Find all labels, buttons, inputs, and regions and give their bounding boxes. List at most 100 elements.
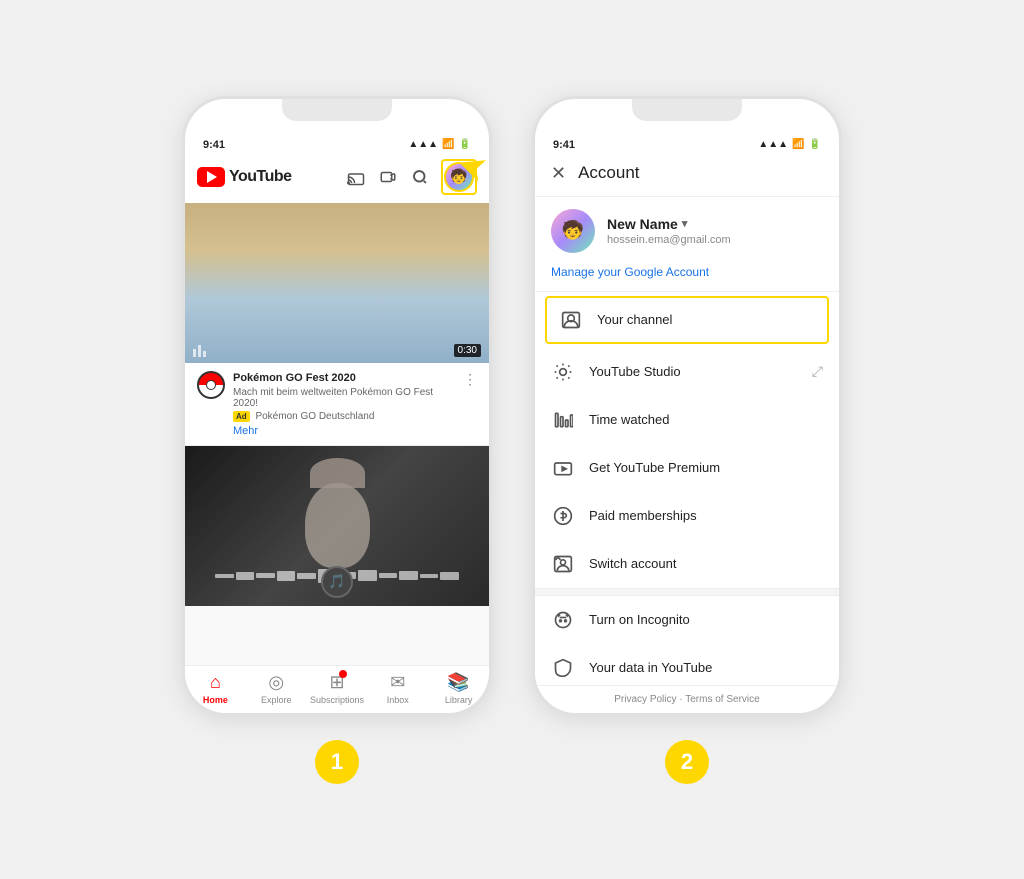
your-data-item[interactable]: Your data in YouTube <box>535 644 839 685</box>
video1-info: Pokémon GO Fest 2020 Mach mit beim weltw… <box>185 363 489 446</box>
chevron-down-icon[interactable]: ▾ <box>682 217 688 230</box>
ad-badge: Ad <box>233 411 250 422</box>
notch-cutout <box>282 99 392 121</box>
youtube-toolbar: YouTube <box>185 151 489 203</box>
your-data-label: Your data in YouTube <box>589 660 823 675</box>
nav-item-subscriptions[interactable]: ⊞ Subscriptions <box>307 672 368 705</box>
explore-icon: ◎ <box>268 672 284 693</box>
inbox-icon: ✉ <box>390 672 405 693</box>
user-email: hossein.ema@gmail.com <box>607 234 823 246</box>
phone1: 9:41 ▲▲▲ 📶 🔋 YouTube <box>182 96 492 716</box>
footer-separator: · <box>679 694 682 705</box>
get-premium-item[interactable]: Get YouTube Premium <box>535 444 839 492</box>
nav-item-library[interactable]: 📚 Library <box>428 672 489 705</box>
terms-link[interactable]: Terms of Service <box>685 694 759 705</box>
step1-badge: 1 <box>315 740 359 784</box>
notch2-cutout <box>632 99 742 121</box>
incognito-icon <box>551 608 575 632</box>
nav-item-home[interactable]: ⌂ Home <box>185 672 246 705</box>
your-channel-label: Your channel <box>597 312 815 327</box>
phone2-wrapper: 9:41 ▲▲▲ 📶 🔋 ✕ Account 🧒 <box>532 96 842 784</box>
youtube-studio-item[interactable]: YouTube Studio ⤢ <box>535 348 839 396</box>
time-watched-item[interactable]: Time watched <box>535 396 839 444</box>
battery2-icon: 🔋 <box>809 139 821 150</box>
paid-memberships-icon <box>551 504 575 528</box>
video2-thumbnail: 🎵 <box>185 446 489 606</box>
user-avatar: 🧒 <box>551 209 595 253</box>
main-container: 9:41 ▲▲▲ 📶 🔋 YouTube <box>142 56 882 824</box>
time-watched-icon <box>551 408 575 432</box>
video-feed[interactable]: 0:30 Pokémon GO Fest 2020 Mach mit beim … <box>185 203 489 665</box>
switch-account-item[interactable]: Switch account <box>535 540 839 588</box>
wifi2-icon: 📶 <box>792 139 804 150</box>
account-user: 🧒 New Name ▾ hossein.ema@gmail.com <box>535 197 839 265</box>
signal2-icon: ▲▲▲ <box>758 139 788 150</box>
nav-item-inbox[interactable]: ✉ Inbox <box>367 672 428 705</box>
advertiser-name: Pokémon GO Deutschland <box>255 411 374 422</box>
external-link-icon: ⤢ <box>812 363 823 380</box>
get-premium-label: Get YouTube Premium <box>589 460 823 475</box>
notif-badge <box>339 670 347 678</box>
phone1-content: YouTube <box>185 151 489 713</box>
subscriptions-icon-wrap: ⊞ <box>329 672 344 693</box>
close-button[interactable]: ✕ <box>551 163 566 184</box>
phone1-time: 9:41 <box>203 139 225 151</box>
wifi-icon: 📶 <box>442 139 454 150</box>
video1-desc-text: Mach mit beim weltweiten Pokémon GO Fest… <box>233 387 433 409</box>
user-name-text: New Name <box>607 216 678 232</box>
camera-icon[interactable] <box>377 166 399 188</box>
youtube-logo-text: YouTube <box>229 168 292 186</box>
channel-person-icon <box>559 308 583 332</box>
phone2: 9:41 ▲▲▲ 📶 🔋 ✕ Account 🧒 <box>532 96 842 716</box>
video1-advertiser: Ad Pokémon GO Deutschland <box>233 411 455 422</box>
manage-google-account-link[interactable]: Manage your Google Account <box>535 265 839 292</box>
youtube-logo: YouTube <box>197 167 337 187</box>
youtube-premium-icon <box>551 456 575 480</box>
youtube-logo-icon <box>197 167 225 187</box>
nav-item-explore[interactable]: ◎ Explore <box>246 672 307 705</box>
video1-description: Mach mit beim weltweiten Pokémon GO Fest… <box>233 387 455 409</box>
video1-thumbnail: 0:30 <box>185 203 489 363</box>
mic-icon: 🎵 <box>321 566 353 598</box>
youtube-studio-label: YouTube Studio <box>589 364 798 379</box>
phone1-status-bar: 9:41 ▲▲▲ 📶 🔋 <box>185 135 489 151</box>
switch-account-icon <box>551 552 575 576</box>
channel-avatar-1 <box>197 371 225 399</box>
menu-list: Your channel ➤ YouTube Stu <box>535 292 839 685</box>
your-channel-item[interactable]: Your channel <box>545 296 829 344</box>
bottom-nav: ⌂ Home ◎ Explore ⊞ Subscriptions <box>185 665 489 713</box>
video1-duration: 0:30 <box>454 344 481 357</box>
library-icon: 📚 <box>447 672 469 693</box>
account-title: Account <box>578 163 639 183</box>
incognito-item[interactable]: Turn on Incognito <box>535 596 839 644</box>
search-icon[interactable] <box>409 166 431 188</box>
your-data-icon <box>551 656 575 680</box>
user-name: New Name ▾ <box>607 216 823 232</box>
bars-icon <box>193 345 206 357</box>
video1-menu-icon[interactable]: ⋮ <box>463 371 477 388</box>
battery-icon: 🔋 <box>459 139 471 150</box>
footer-links: Privacy Policy · Terms of Service <box>535 685 839 713</box>
switch-account-label: Switch account <box>589 556 823 571</box>
video1-info-row: Pokémon GO Fest 2020 Mach mit beim weltw… <box>197 371 477 437</box>
paid-memberships-item[interactable]: Paid memberships <box>535 492 839 540</box>
cast-icon[interactable] <box>345 166 367 188</box>
step2-badge: 2 <box>665 740 709 784</box>
phone2-time: 9:41 <box>553 139 575 151</box>
home-icon: ⌂ <box>210 672 221 693</box>
video1-meta: Pokémon GO Fest 2020 Mach mit beim weltw… <box>233 371 455 437</box>
youtube-studio-icon <box>551 360 575 384</box>
privacy-link[interactable]: Privacy Policy <box>614 694 676 705</box>
phone2-status-icons: ▲▲▲ 📶 🔋 <box>758 139 821 150</box>
phone2-status-bar: 9:41 ▲▲▲ 📶 🔋 <box>535 135 839 151</box>
mehr-link[interactable]: Mehr <box>233 425 455 437</box>
phone1-wrapper: 9:41 ▲▲▲ 📶 🔋 YouTube <box>182 96 492 784</box>
account-header: ✕ Account <box>535 151 839 197</box>
your-channel-wrapper: Your channel ➤ <box>535 296 839 344</box>
paid-memberships-label: Paid memberships <box>589 508 823 523</box>
signal-icon: ▲▲▲ <box>408 139 438 150</box>
video1-scene <box>185 203 489 363</box>
user-info: New Name ▾ hossein.ema@gmail.com <box>607 216 823 246</box>
nav-home-label: Home <box>203 695 228 705</box>
phone1-notch <box>185 99 489 135</box>
